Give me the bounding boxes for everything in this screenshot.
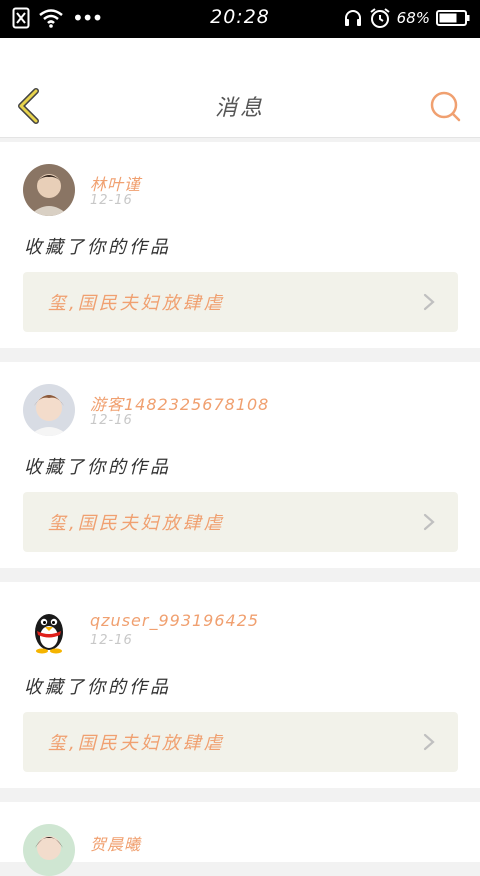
battery-percent: 68% (396, 9, 430, 27)
message-card: 贺晨曦 (0, 802, 480, 876)
message-action: 收藏了你的作品 (24, 237, 171, 258)
battery-icon (436, 10, 470, 26)
chevron-right-icon (423, 513, 435, 531)
status-bar-right: 68% (343, 7, 470, 29)
avatar[interactable] (23, 384, 75, 436)
message-card: qzuser_993196425 12-16 收藏了你的作品 玺,国民夫妇放肆虐 (0, 582, 480, 788)
headset-icon (344, 10, 361, 26)
status-bar: ••• 20:28 68% (0, 0, 480, 38)
app-header: 消息 (0, 38, 480, 138)
message-date: 12-16 (90, 633, 133, 648)
alarm-icon (370, 8, 390, 28)
username[interactable]: 林叶谨 (90, 171, 141, 195)
work-link[interactable]: 玺,国民夫妇放肆虐 (23, 492, 458, 552)
chevron-right-icon (423, 293, 435, 311)
qq-penguin-avatar (23, 604, 75, 656)
work-title: 玺,国民夫妇放肆虐 (48, 733, 225, 754)
message-date: 12-16 (90, 193, 133, 208)
username[interactable]: 游客1482325678108 (90, 391, 269, 415)
avatar[interactable] (23, 164, 75, 216)
work-link[interactable]: 玺,国民夫妇放肆虐 (23, 272, 458, 332)
message-card: 游客1482325678108 12-16 收藏了你的作品 玺,国民夫妇放肆虐 (0, 362, 480, 568)
message-action: 收藏了你的作品 (24, 457, 171, 478)
username[interactable]: qzuser_993196425 (90, 611, 259, 630)
chevron-right-icon (423, 733, 435, 751)
work-link[interactable]: 玺,国民夫妇放肆虐 (23, 712, 458, 772)
message-action: 收藏了你的作品 (24, 677, 171, 698)
search-button[interactable] (428, 89, 462, 123)
avatar[interactable] (23, 824, 75, 876)
avatar[interactable] (23, 604, 75, 656)
work-title: 玺,国民夫妇放肆虐 (48, 513, 225, 534)
message-card: 林叶谨 12-16 收藏了你的作品 玺,国民夫妇放肆虐 (0, 142, 480, 348)
search-icon (430, 91, 461, 122)
username[interactable]: 贺晨曦 (90, 831, 141, 855)
message-list: 林叶谨 12-16 收藏了你的作品 玺,国民夫妇放肆虐 游客1482325678… (0, 142, 480, 876)
message-date: 12-16 (90, 413, 133, 428)
work-title: 玺,国民夫妇放肆虐 (48, 293, 225, 314)
page-title: 消息 (214, 96, 265, 121)
